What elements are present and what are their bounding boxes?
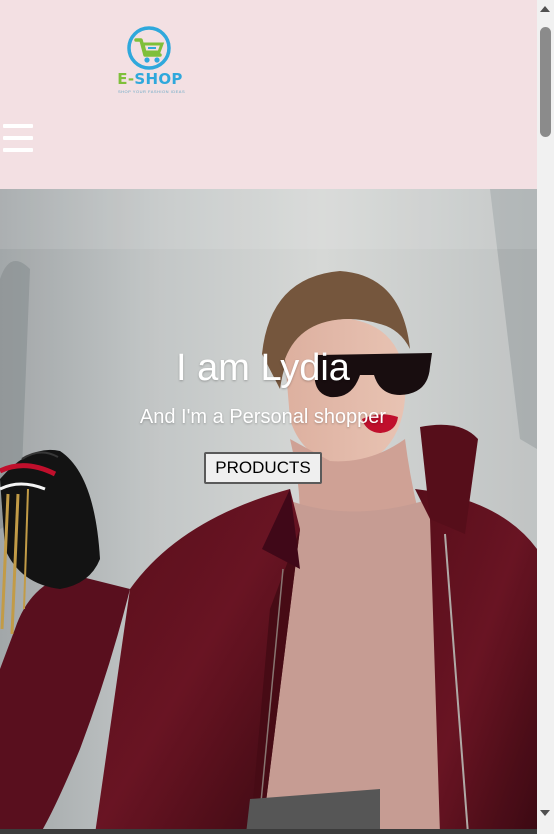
products-button[interactable]: PRODUCTS	[204, 452, 322, 484]
menu-bar	[3, 124, 33, 128]
hero-title: I am Lydia	[176, 347, 350, 389]
hamburger-menu-icon[interactable]	[3, 121, 35, 155]
shopping-cart-logo-icon	[127, 26, 171, 70]
logo-tagline: SHOP YOUR FASHION IDEAS	[118, 89, 186, 94]
scroll-down-arrow-icon[interactable]	[540, 810, 550, 816]
page: E-SHOP SHOP YOUR FASHION IDEAS I am Lydi…	[0, 0, 537, 834]
hero-subtitle: And I'm a Personal shopper	[139, 406, 387, 428]
hero-section: I am Lydia And I'm a Personal shopper PR…	[0, 189, 537, 834]
logo-wordmark: E-SHOP	[114, 70, 186, 88]
scroll-up-arrow-icon[interactable]	[540, 6, 550, 12]
hero-background-image	[0, 189, 537, 834]
bottom-edge	[0, 829, 537, 834]
menu-bar	[3, 136, 33, 140]
eshop-logo[interactable]: E-SHOP SHOP YOUR FASHION IDEAS	[114, 24, 186, 96]
vertical-scrollbar[interactable]	[537, 0, 554, 834]
site-header: E-SHOP SHOP YOUR FASHION IDEAS	[0, 0, 537, 189]
menu-bar	[3, 148, 33, 152]
logo-wordmark-suffix: SHOP	[134, 70, 183, 88]
logo-wordmark-prefix: E-	[117, 70, 135, 88]
scrollbar-thumb[interactable]	[540, 27, 551, 137]
